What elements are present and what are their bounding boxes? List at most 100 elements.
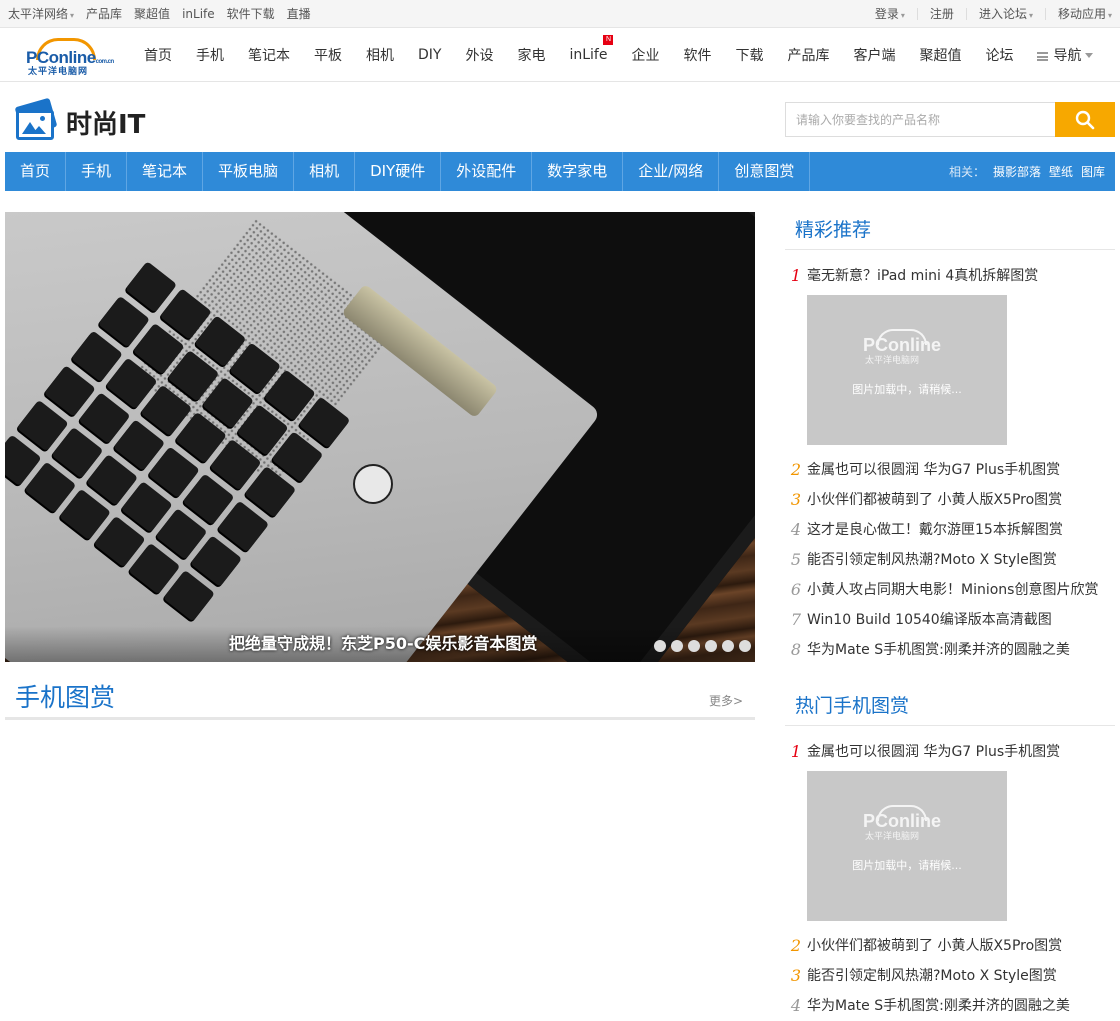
site-logo[interactable]: PConlinecom.cn 太平洋电脑网 [26,37,114,77]
rank-number: 7 [790,610,802,629]
rank-number: 1 [790,742,802,761]
menu-icon [1037,51,1049,61]
list-item[interactable]: 1 金属也可以很圆润 华为G7 Plus手机图赏 [785,737,1115,767]
nav-appliances[interactable]: 家电 [517,45,545,65]
chevron-down-icon: ▾ [900,11,905,20]
channel-title: 时尚IT [66,109,146,140]
list-item[interactable]: 3 小伙伴们都被萌到了 小黄人版X5Pro图赏 [785,485,1115,515]
channav-peripherals[interactable]: 外设配件 [441,152,533,191]
featured-list-rest: 2 金属也可以很圆润 华为G7 Plus手机图赏 3 小伙伴们都被萌到了 小黄人版X… [785,455,1115,665]
list-item[interactable]: 5 能否引领定制风热潮?Moto X Style图赏 [785,545,1115,575]
image-placeholder[interactable]: PConline 太平洋电脑网 图片加载中，请稍候... [807,295,1007,445]
nav-menu-toggle[interactable]: 导航 [1037,45,1094,65]
nav-deals[interactable]: 聚超值 [919,45,961,65]
channav-creative[interactable]: 创意图赏 [719,152,811,191]
slide-dot[interactable] [654,640,666,652]
list-item[interactable]: 3 能否引领定制风热潮?Moto X Style图赏 [785,961,1115,991]
slide-dot[interactable] [739,640,751,652]
list-item[interactable]: 2 金属也可以很圆润 华为G7 Plus手机图赏 [785,455,1115,485]
nav-product-library[interactable]: 产品库 [787,45,829,65]
hero-caption-bar: 把绝量守成規！东芝P50-C娱乐影音本图赏 [5,626,755,662]
divider [965,7,967,20]
list-item[interactable]: 2 小伙伴们都被萌到了 小黄人版X5Pro图赏 [785,931,1115,961]
hot-phones-title: 热门手机图赏 [785,688,1115,726]
topbar-link-deals[interactable]: 聚超值 [134,5,170,22]
nav-diy[interactable]: DIY [418,47,441,63]
picture-icon [14,97,58,142]
list-item[interactable]: 4 这才是良心做工！戴尔游匣15本拆解图赏 [785,515,1115,545]
nav-enterprise[interactable]: 企业 [631,45,659,65]
channav-phone[interactable]: 手机 [66,152,128,191]
login-link[interactable]: 登录 ▾ [875,5,905,22]
slideshow-dots [654,640,751,652]
placeholder-cn-name: 太平洋电脑网 [865,356,920,366]
hot-phones-panel: 热门手机图赏 1 金属也可以很圆润 华为G7 Plus手机图赏 PConline … [785,688,1115,1021]
nav-forum[interactable]: 论坛 [985,45,1013,65]
related-links: 相关： 摄影部落 壁纸 图库 [949,163,1115,180]
new-badge: N [603,34,614,45]
search-input[interactable] [785,102,1055,137]
slide-dot[interactable] [705,640,717,652]
site-navigation: PConlinecom.cn 太平洋电脑网 首页 手机 笔记本 平板 相机 DI… [0,28,1120,82]
rank-number: 4 [790,520,802,539]
nav-software[interactable]: 软件 [683,45,711,65]
list-item[interactable]: 8 华为Mate S手机图赏:刚柔并济的圆融之美 [785,635,1115,665]
nav-peripherals[interactable]: 外设 [465,45,493,65]
search-button[interactable] [1055,102,1115,137]
topbar-link-software[interactable]: 软件下载 [227,5,275,22]
forum-entry-link[interactable]: 进入论坛 ▾ [979,5,1033,22]
list-item[interactable]: 1 毫无新意？iPad mini 4真机拆解图赏 [785,261,1115,291]
topbar-link-network[interactable]: 太平洋网络 ▾ [8,5,74,22]
nav-camera[interactable]: 相机 [366,45,394,65]
channav-home[interactable]: 首页 [5,152,67,191]
image-placeholder[interactable]: PConline 太平洋电脑网 图片加载中，请稍候... [807,771,1007,921]
channav-laptop[interactable]: 笔记本 [127,152,204,191]
search-icon [1075,110,1095,129]
rank-number: 3 [790,490,802,509]
more-link[interactable]: 更多> [709,692,743,709]
hero-caption[interactable]: 把绝量守成規！东芝P50-C娱乐影音本图赏 [229,630,537,654]
nav-home[interactable]: 首页 [144,45,172,65]
channav-enterprise[interactable]: 企业/网络 [623,152,720,191]
slide-dot[interactable] [722,640,734,652]
nav-download[interactable]: 下载 [735,45,763,65]
channav-diy[interactable]: DIY硬件 [355,152,442,191]
rank-number: 2 [790,460,802,479]
nav-laptop[interactable]: 笔记本 [248,45,290,65]
nav-client[interactable]: 客户端 [853,45,895,65]
channel-header: 时尚IT [0,82,1120,152]
related-photo-tribe[interactable]: 摄影部落 [993,163,1041,180]
channav-tablet[interactable]: 平板电脑 [203,152,295,191]
nav-inlife[interactable]: inLife N [569,34,614,63]
rank-number: 2 [790,936,802,955]
chevron-down-icon: ▾ [70,11,75,20]
hero-slideshow[interactable]: 把绝量守成規！东芝P50-C娱乐影音本图赏 [5,212,755,662]
nav-tablet[interactable]: 平板 [314,45,342,65]
topbar-link-products[interactable]: 产品库 [86,5,122,22]
rank-number: 3 [790,966,802,985]
featured-title: 精彩推荐 [785,212,1115,250]
loading-text: 图片加载中，请稍候... [852,383,962,396]
slide-dot[interactable] [688,640,700,652]
topbar-link-inlife[interactable]: inLife [182,7,215,21]
featured-list: 1 毫无新意？iPad mini 4真机拆解图赏 [785,261,1115,291]
register-link[interactable]: 注册 [930,5,954,22]
channel-navigation: 首页 手机 笔记本 平板电脑 相机 DIY硬件 外设配件 数字家电 企业/网络 … [5,152,1115,191]
loading-text: 图片加载中，请稍候... [852,859,962,872]
rank-number: 8 [790,640,802,659]
featured-panel: 精彩推荐 1 毫无新意？iPad mini 4真机拆解图赏 PConline 太平… [785,212,1115,665]
nav-phone[interactable]: 手机 [196,45,224,65]
channel-brand[interactable]: 时尚IT [14,97,146,142]
list-item[interactable]: 4 华为Mate S手机图赏:刚柔并济的圆融之美 [785,991,1115,1021]
phone-gallery-section-header: 手机图赏 更多> [5,672,755,720]
related-gallery[interactable]: 图库 [1081,163,1105,180]
mobile-apps-link[interactable]: 移动应用 ▾ [1058,5,1112,22]
channav-camera[interactable]: 相机 [294,152,356,191]
list-item[interactable]: 7 Win10 Build 10540编译版本高清截图 [785,605,1115,635]
product-search [785,102,1115,137]
related-wallpaper[interactable]: 壁纸 [1049,163,1073,180]
channav-digital-home[interactable]: 数字家电 [532,152,624,191]
slide-dot[interactable] [671,640,683,652]
topbar-link-live[interactable]: 直播 [287,5,311,22]
list-item[interactable]: 6 小黄人攻占同期大电影！Minions创意图片欣赏 [785,575,1115,605]
